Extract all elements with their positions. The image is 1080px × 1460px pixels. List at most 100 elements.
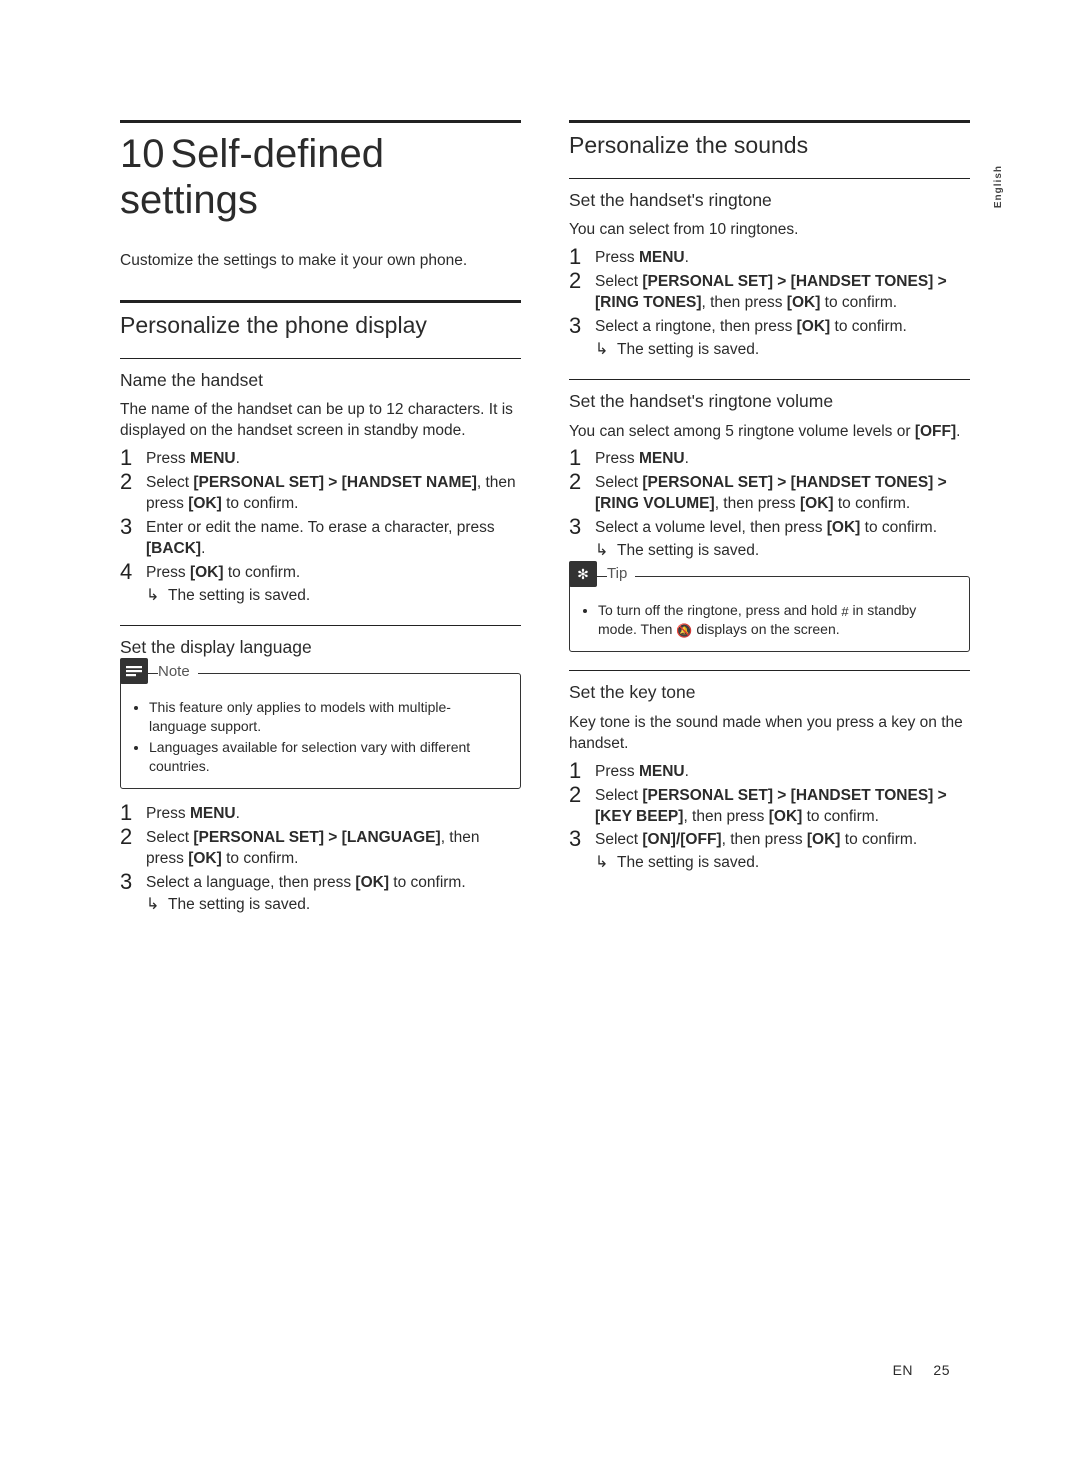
- step-number: 3: [120, 870, 146, 893]
- step: 1 Press MENU.: [569, 761, 970, 783]
- callout-label: Tip: [607, 563, 635, 584]
- divider: [120, 300, 521, 303]
- step-text: Select [PERSONAL SET] > [HANDSET TONES] …: [595, 472, 970, 515]
- step: 3 Select a language, then press [OK] to …: [120, 872, 521, 894]
- divider: [569, 120, 970, 123]
- divider: [120, 120, 521, 123]
- two-column-layout: 10Self-defined settings Customize the se…: [120, 120, 970, 926]
- divider: [120, 358, 521, 359]
- step-text: Select a ringtone, then press [OK] to co…: [595, 316, 970, 338]
- step-text: Select [PERSONAL SET] > [HANDSET NAME], …: [146, 472, 521, 515]
- callout-label: Note: [158, 661, 198, 682]
- divider: [569, 379, 970, 380]
- step-number: 3: [569, 515, 595, 538]
- result-text: The setting is saved.: [617, 340, 759, 361]
- step: 2 Select [PERSONAL SET] > [HANDSET NAME]…: [120, 472, 521, 515]
- chapter-title: 10Self-defined settings: [120, 131, 521, 223]
- divider: [569, 670, 970, 671]
- subsection-title: Name the handset: [120, 369, 521, 393]
- chapter-intro: Customize the settings to make it your o…: [120, 251, 521, 272]
- step: 2 Select [PERSONAL SET] > [HANDSET TONES…: [569, 271, 970, 314]
- step-list: 1 Press MENU. 2 Select [PERSONAL SET] > …: [120, 803, 521, 917]
- subsection-description: You can select from 10 ringtones.: [569, 220, 970, 241]
- result-arrow-icon: ↳: [146, 586, 168, 605]
- step-number: 3: [569, 314, 595, 337]
- step-text: Select a volume level, then press [OK] t…: [595, 517, 970, 539]
- step: 1 Press MENU.: [120, 803, 521, 825]
- callout-item: This feature only applies to models with…: [149, 698, 508, 736]
- section-title: Personalize the phone display: [120, 311, 521, 340]
- divider: [569, 178, 970, 179]
- step-number: 3: [120, 515, 146, 538]
- subsection-title: Set the display language: [120, 636, 521, 660]
- step: 1 Press MENU.: [569, 448, 970, 470]
- result-arrow-icon: ↳: [595, 340, 617, 359]
- hash-key-icon: #: [841, 603, 848, 621]
- step-number: 1: [569, 245, 595, 268]
- result-arrow-icon: ↳: [595, 541, 617, 560]
- step-text: Select [PERSONAL SET] > [HANDSET TONES] …: [595, 271, 970, 314]
- step-result: ↳ The setting is saved.: [595, 853, 970, 874]
- step-number: 2: [569, 269, 595, 292]
- step: 2 Select [PERSONAL SET] > [LANGUAGE], th…: [120, 827, 521, 870]
- step: 1 Press MENU.: [120, 448, 521, 470]
- step-list: 1 Press MENU. 2 Select [PERSONAL SET] > …: [569, 761, 970, 875]
- subsection-title: Set the handset's ringtone: [569, 189, 970, 213]
- result-arrow-icon: ↳: [146, 895, 168, 914]
- step-result: ↳ The setting is saved.: [146, 895, 521, 916]
- step-text: Select [PERSONAL SET] > [HANDSET TONES] …: [595, 785, 970, 828]
- step: 2 Select [PERSONAL SET] > [HANDSET TONES…: [569, 785, 970, 828]
- step: 3 Select [ON]/[OFF], then press [OK] to …: [569, 829, 970, 851]
- step-number: 4: [120, 560, 146, 583]
- step-text: Press MENU.: [595, 761, 970, 783]
- result-text: The setting is saved.: [617, 853, 759, 874]
- step: 3 Enter or edit the name. To erase a cha…: [120, 517, 521, 560]
- step-text: Enter or edit the name. To erase a chara…: [146, 517, 521, 560]
- result-text: The setting is saved.: [617, 541, 759, 562]
- step-number: 2: [569, 783, 595, 806]
- subsection-description: You can select among 5 ringtone volume l…: [569, 422, 970, 443]
- step-list: 1 Press MENU. 2 Select [PERSONAL SET] > …: [120, 448, 521, 606]
- step-text: Select [PERSONAL SET] > [LANGUAGE], then…: [146, 827, 521, 870]
- subsection-title: Set the key tone: [569, 681, 970, 705]
- section-title: Personalize the sounds: [569, 131, 970, 160]
- step: 3 Select a ringtone, then press [OK] to …: [569, 316, 970, 338]
- step-number: 1: [569, 446, 595, 469]
- step-text: Press MENU.: [146, 448, 521, 470]
- step-text: Select [ON]/[OFF], then press [OK] to co…: [595, 829, 970, 851]
- note-callout: Note This feature only applies to models…: [120, 673, 521, 789]
- callout-list: To turn off the ringtone, press and hold…: [582, 601, 957, 639]
- step-number: 1: [120, 801, 146, 824]
- step-number: 3: [569, 827, 595, 850]
- page-footer: EN 25: [893, 1361, 950, 1380]
- callout-header: Note: [120, 658, 198, 684]
- step-result: ↳ The setting is saved.: [595, 340, 970, 361]
- step-result: ↳ The setting is saved.: [146, 586, 521, 607]
- result-arrow-icon: ↳: [595, 853, 617, 872]
- subsection-description: The name of the handset can be up to 12 …: [120, 400, 521, 442]
- step-number: 1: [120, 446, 146, 469]
- result-text: The setting is saved.: [168, 586, 310, 607]
- callout-item: To turn off the ringtone, press and hold…: [598, 601, 957, 639]
- step-number: 2: [120, 825, 146, 848]
- step-text: Press MENU.: [595, 247, 970, 269]
- tip-callout: ✻ Tip To turn off the ringtone, press an…: [569, 576, 970, 652]
- language-side-tab: English: [992, 165, 1006, 208]
- left-column: 10Self-defined settings Customize the se…: [120, 120, 521, 926]
- step-number: 2: [120, 470, 146, 493]
- step-text: Press [OK] to confirm.: [146, 562, 521, 584]
- ringer-off-icon: 🔕: [676, 622, 692, 640]
- step-result: ↳ The setting is saved.: [595, 541, 970, 562]
- result-text: The setting is saved.: [168, 895, 310, 916]
- subsection-title: Set the handset's ringtone volume: [569, 390, 970, 414]
- step: 1 Press MENU.: [569, 247, 970, 269]
- step-list: 1 Press MENU. 2 Select [PERSONAL SET] > …: [569, 448, 970, 562]
- divider: [120, 625, 521, 626]
- footer-lang: EN: [893, 1362, 913, 1378]
- note-icon: [120, 658, 148, 684]
- step: 3 Select a volume level, then press [OK]…: [569, 517, 970, 539]
- chapter-number: 10: [120, 131, 165, 177]
- footer-page-number: 25: [933, 1362, 950, 1378]
- step-text: Press MENU.: [146, 803, 521, 825]
- step: 2 Select [PERSONAL SET] > [HANDSET TONES…: [569, 472, 970, 515]
